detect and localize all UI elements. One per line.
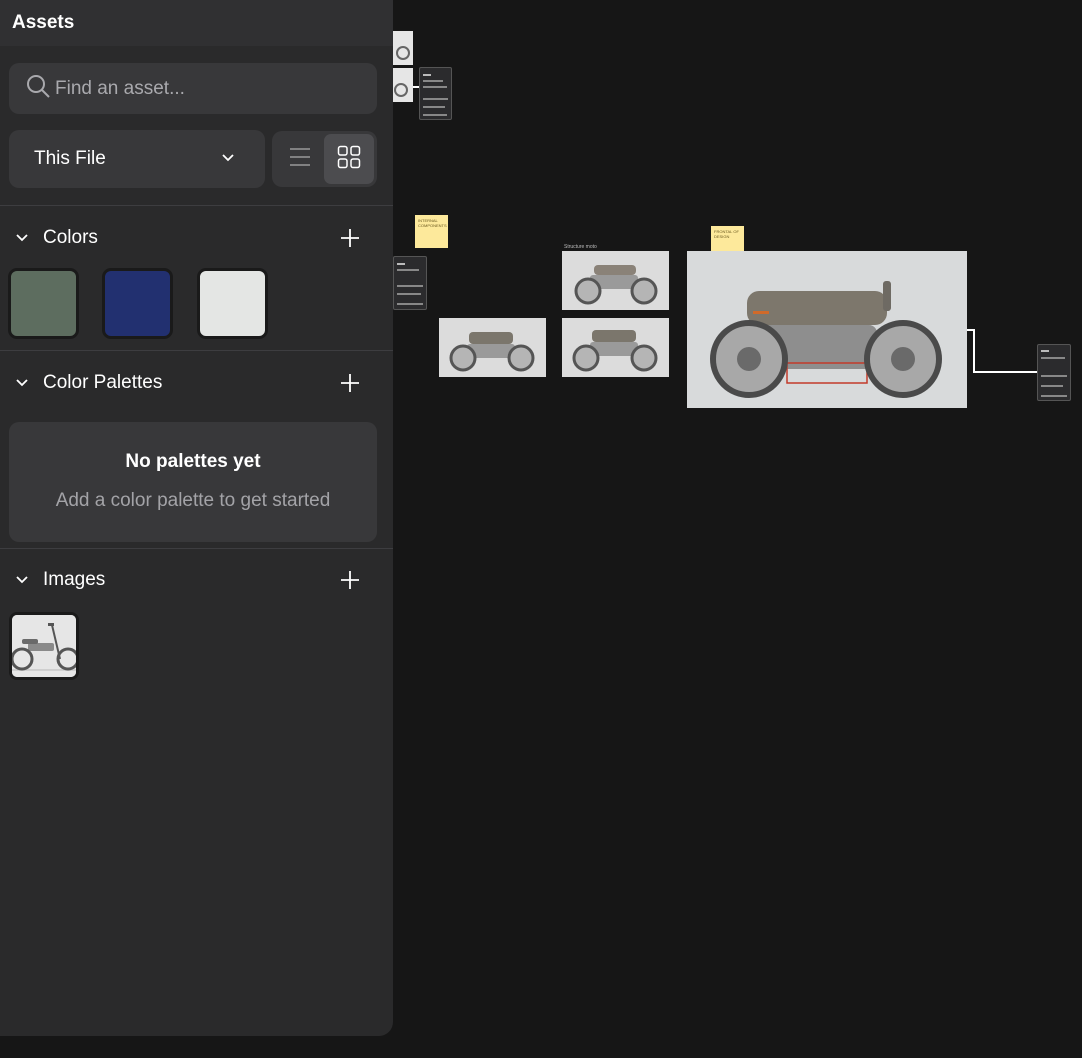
search-input[interactable]	[55, 77, 355, 100]
palettes-section-label: Color Palettes	[43, 372, 163, 393]
color-swatch[interactable]	[8, 268, 79, 339]
add-color-icon[interactable]	[340, 228, 360, 248]
sticky-note[interactable]: INTERNAL COMPONENTS	[415, 215, 448, 248]
empty-state-subtitle: Add a color palette to get started	[55, 490, 331, 511]
canvas-image-frame[interactable]	[393, 68, 413, 102]
connector-line	[973, 371, 1037, 373]
frame-label: Structure moto	[564, 244, 597, 250]
motorcycle-main-frame[interactable]	[687, 251, 967, 408]
image-asset-thumbnail[interactable]	[9, 612, 79, 680]
search-box[interactable]	[9, 63, 377, 114]
motorcycle-frame[interactable]	[562, 251, 669, 310]
colors-section-label: Colors	[43, 227, 98, 248]
motorcycle-image	[12, 615, 76, 677]
add-image-icon[interactable]	[340, 570, 360, 590]
palettes-section-header[interactable]: Color Palettes	[0, 368, 393, 398]
design-canvas[interactable]: INTERNAL COMPONENTS FRONTAL OF DESIGN St…	[0, 0, 1082, 1058]
list-icon	[288, 146, 312, 173]
scope-dropdown[interactable]: This File	[9, 130, 265, 188]
canvas-ui-panel[interactable]	[393, 256, 427, 310]
canvas-ui-panel[interactable]	[1037, 344, 1071, 401]
grid-icon	[337, 145, 361, 174]
view-toggle	[272, 131, 377, 187]
palettes-empty-state: No palettes yet Add a color palette to g…	[9, 422, 377, 542]
motorcycle-frame[interactable]	[562, 318, 669, 377]
motorcycle-frame[interactable]	[439, 318, 546, 377]
chevron-down-icon	[16, 379, 28, 387]
chevron-down-icon	[16, 576, 28, 584]
canvas-ui-panel[interactable]	[419, 67, 452, 120]
divider	[0, 350, 393, 351]
images-section-header[interactable]: Images	[0, 565, 393, 595]
connector-line	[973, 329, 975, 373]
add-palette-icon[interactable]	[340, 373, 360, 393]
colors-section-header[interactable]: Colors	[0, 223, 393, 253]
color-swatch[interactable]	[102, 268, 173, 339]
list-view-button[interactable]	[275, 134, 325, 184]
panel-header: Assets	[0, 0, 393, 46]
chevron-down-icon	[221, 150, 235, 169]
search-icon	[25, 73, 51, 104]
empty-state-title: No palettes yet	[125, 451, 261, 472]
color-swatch[interactable]	[197, 268, 268, 339]
images-section-label: Images	[43, 569, 106, 590]
divider	[0, 548, 393, 549]
panel-title: Assets	[12, 12, 75, 33]
chevron-down-icon	[16, 234, 28, 242]
canvas-image-frame[interactable]	[393, 31, 413, 65]
scope-label: This File	[34, 148, 106, 169]
divider	[0, 205, 393, 206]
assets-panel: Assets This File	[0, 0, 393, 1036]
grid-view-button[interactable]	[324, 134, 374, 184]
